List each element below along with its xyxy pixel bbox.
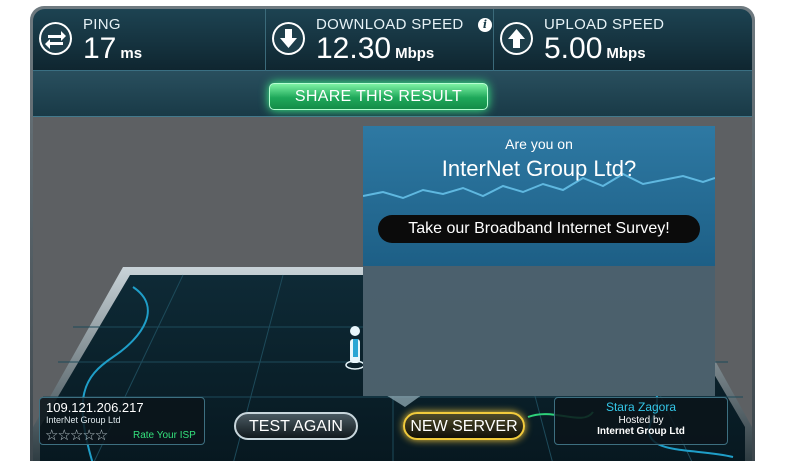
download-value: 12.30 Mbps bbox=[316, 32, 434, 66]
ping-label: PING bbox=[83, 16, 121, 33]
test-again-button[interactable]: TEST AGAIN bbox=[234, 412, 358, 440]
client-isp: InterNet Group Ltd bbox=[46, 415, 121, 425]
info-icon[interactable]: i bbox=[478, 18, 492, 32]
rating-stars[interactable]: ☆☆☆☆☆ bbox=[45, 426, 108, 444]
new-server-button[interactable]: NEW SERVER bbox=[403, 412, 525, 440]
share-bar: SHARE THIS RESULT bbox=[33, 71, 752, 117]
server-host: Internet Group Ltd bbox=[597, 426, 685, 437]
rate-isp-link[interactable]: Rate Your ISP bbox=[133, 430, 196, 441]
upload-stat: UPLOAD SPEED 5.00 Mbps bbox=[494, 9, 752, 71]
server-hosted-by: Hosted by bbox=[618, 415, 664, 426]
speedtest-panel: PING 17 ms DOWNLOAD SPEED i 12.30 Mbps U… bbox=[33, 9, 752, 461]
share-result-button[interactable]: SHARE THIS RESULT bbox=[269, 83, 488, 110]
client-info-box: 109.121.206.217 InterNet Group Ltd ☆☆☆☆☆… bbox=[39, 397, 205, 445]
ad-header: Are you on InterNet Group Ltd? Take our … bbox=[363, 126, 715, 266]
results-bar: PING 17 ms DOWNLOAD SPEED i 12.30 Mbps U… bbox=[33, 9, 752, 71]
survey-button[interactable]: Take our Broadband Internet Survey! bbox=[378, 215, 700, 243]
upload-arrow-icon bbox=[500, 22, 533, 55]
isp-survey-ad[interactable]: Are you on InterNet Group Ltd? Take our … bbox=[363, 126, 715, 396]
ad-question: Are you on bbox=[505, 136, 573, 152]
download-label: DOWNLOAD SPEED bbox=[316, 16, 464, 33]
main-area: Are you on InterNet Group Ltd? Take our … bbox=[33, 117, 752, 461]
server-info-box: Stara Zagora Hosted by Internet Group Lt… bbox=[554, 397, 728, 445]
download-stat: DOWNLOAD SPEED i 12.30 Mbps bbox=[266, 9, 494, 71]
download-unit: Mbps bbox=[395, 45, 435, 62]
ad-isp-name: InterNet Group Ltd? bbox=[441, 156, 637, 181]
ping-stat: PING 17 ms bbox=[33, 9, 266, 71]
upload-label: UPLOAD SPEED bbox=[544, 16, 665, 33]
client-ip: 109.121.206.217 bbox=[46, 400, 144, 415]
ad-overlay bbox=[363, 266, 715, 396]
download-number: 12.30 bbox=[316, 32, 392, 65]
upload-value: 5.00 Mbps bbox=[544, 32, 646, 66]
download-arrow-icon bbox=[272, 22, 305, 55]
speedtest-frame: PING 17 ms DOWNLOAD SPEED i 12.30 Mbps U… bbox=[30, 6, 755, 461]
server-city: Stara Zagora bbox=[605, 400, 677, 414]
ping-unit: ms bbox=[120, 45, 143, 62]
upload-unit: Mbps bbox=[606, 45, 646, 62]
upload-number: 5.00 bbox=[544, 32, 603, 65]
ping-value: 17 ms bbox=[83, 32, 142, 66]
ping-number: 17 bbox=[83, 32, 117, 65]
ping-arrows-icon bbox=[39, 22, 72, 55]
